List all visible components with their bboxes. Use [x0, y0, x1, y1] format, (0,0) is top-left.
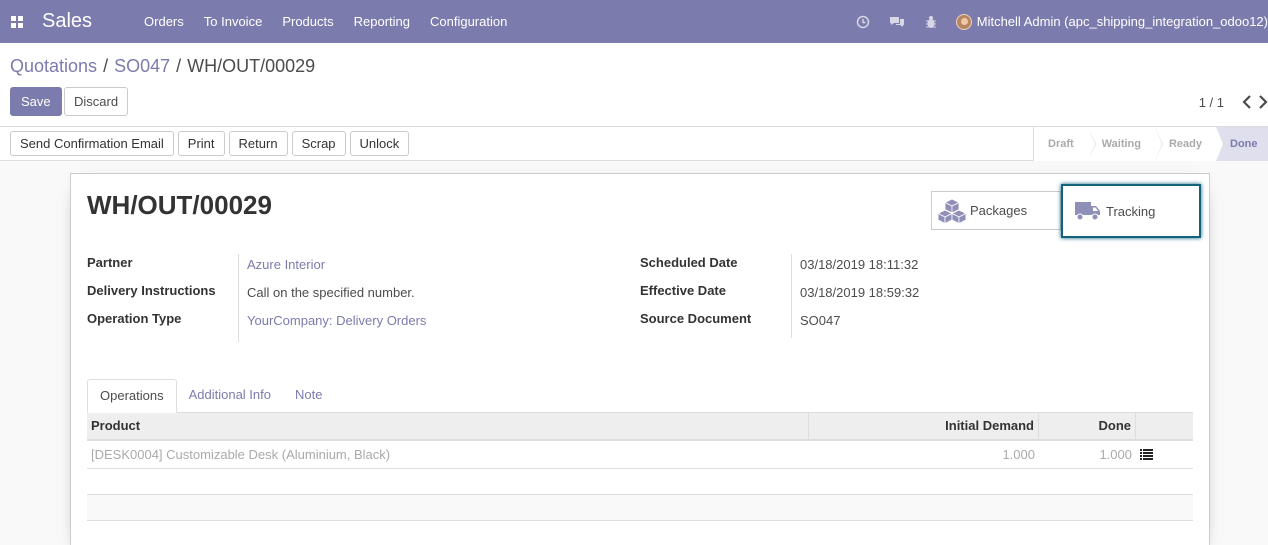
tab-operations[interactable]: Operations [87, 379, 177, 413]
menu-to-invoice[interactable]: To Invoice [194, 0, 273, 43]
tracking-label: Tracking [1106, 203, 1156, 219]
stage-ready: Ready [1154, 127, 1225, 161]
scheduled-date-field: 03/18/2019 18:11:32 [791, 254, 1181, 282]
breadcrumb-separator: / [103, 56, 109, 76]
column-done[interactable]: Done [1039, 413, 1136, 439]
effective-date-label: Effective Date [640, 283, 726, 298]
scrap-button[interactable]: Scrap [291, 131, 346, 156]
notebook-tabs: Operations Additional Info Note [87, 379, 1193, 413]
menu-reporting[interactable]: Reporting [344, 0, 420, 43]
table-header: Product Initial Demand Done [87, 413, 1193, 441]
partner-label: Partner [87, 255, 133, 270]
app-brand[interactable]: Sales [42, 10, 92, 33]
table-row[interactable]: [DESK0004] Customizable Desk (Aluminium,… [87, 441, 1193, 469]
source-document-label: Source Document [640, 311, 752, 326]
packages-button[interactable]: Packages [931, 191, 1061, 230]
operations-table: Product Initial Demand Done [DESK0004] C… [87, 413, 1193, 521]
column-initial-demand[interactable]: Initial Demand [809, 413, 1039, 439]
top-navbar: Sales Orders To Invoice Products Reporti… [0, 0, 1268, 43]
apps-menu-icon[interactable] [0, 0, 30, 43]
form-statusbar: Send Confirmation Email Print Return Scr… [0, 127, 1268, 161]
return-button[interactable]: Return [228, 131, 288, 156]
breadcrumb: Quotations / SO047 / WH/OUT/00029 [10, 56, 315, 77]
unlock-button[interactable]: Unlock [349, 131, 410, 156]
status-stages: Draft Waiting Ready Done [1033, 127, 1268, 161]
tab-additional-info[interactable]: Additional Info [177, 379, 283, 413]
scheduled-date-label: Scheduled Date [640, 255, 738, 270]
chat-icon[interactable] [880, 15, 914, 29]
packages-label: Packages [970, 203, 1028, 218]
form-sheet: WH/OUT/00029 Packages Tracking Partner A… [70, 173, 1210, 545]
operation-type-field[interactable]: YourCompany: Delivery Orders [238, 310, 628, 342]
source-document-field: SO047 [791, 310, 1181, 338]
breadcrumb-separator: / [176, 56, 182, 76]
row-done: 1.000 [1099, 447, 1132, 462]
clock-icon[interactable] [846, 15, 880, 29]
print-button[interactable]: Print [177, 131, 225, 156]
menu-orders[interactable]: Orders [134, 0, 194, 43]
column-product[interactable]: Product [87, 413, 809, 439]
smart-buttons: Packages Tracking [931, 184, 1201, 238]
pager: 1 / 1 [1199, 93, 1268, 111]
truck-icon [1072, 198, 1104, 224]
partner-field[interactable]: Azure Interior [238, 254, 628, 282]
chevron-right-icon[interactable] [1258, 93, 1268, 111]
operation-type-label: Operation Type [87, 311, 182, 326]
control-panel: Quotations / SO047 / WH/OUT/00029 Save D… [0, 43, 1268, 127]
breadcrumb-so047[interactable]: SO047 [114, 56, 170, 77]
save-button[interactable]: Save [10, 87, 62, 116]
user-menu[interactable]: Mitchell Admin (apc_shipping_integration… [955, 13, 1268, 30]
effective-date-field: 03/18/2019 18:59:32 [791, 282, 1181, 310]
detailed-operations-icon[interactable] [1136, 441, 1193, 468]
menu-configuration[interactable]: Configuration [420, 0, 517, 43]
record-title: WH/OUT/00029 [87, 190, 272, 220]
breadcrumb-current: WH/OUT/00029 [187, 56, 316, 76]
row-product: [DESK0004] Customizable Desk (Aluminium,… [91, 447, 391, 462]
menu-products[interactable]: Products [272, 0, 343, 43]
discard-button[interactable]: Discard [64, 87, 129, 116]
empty-row [87, 469, 1193, 495]
column-actions [1136, 413, 1193, 439]
avatar [955, 13, 972, 30]
bug-icon[interactable] [914, 15, 948, 29]
chevron-left-icon[interactable] [1236, 93, 1258, 111]
row-initial-demand: 1.000 [1002, 447, 1035, 462]
tracking-button[interactable]: Tracking [1061, 184, 1201, 238]
navbar-systray: Mitchell Admin (apc_shipping_integration… [846, 0, 1268, 43]
stage-waiting: Waiting [1087, 127, 1164, 161]
delivery-instructions-label: Delivery Instructions [87, 283, 216, 298]
header-buttons: Send Confirmation Email Print Return Scr… [10, 131, 410, 156]
stage-draft: Draft [1034, 127, 1096, 161]
left-field-group: Partner Azure Interior Delivery Instruct… [87, 254, 628, 342]
right-field-group: Scheduled Date 03/18/2019 18:11:32 Effec… [640, 254, 1181, 338]
tab-note[interactable]: Note [283, 379, 334, 413]
delivery-instructions-field: Call on the specified number. [238, 282, 628, 310]
send-confirmation-email-button[interactable]: Send Confirmation Email [10, 131, 174, 156]
main-menu: Orders To Invoice Products Reporting Con… [134, 0, 517, 43]
user-name: Mitchell Admin (apc_shipping_integration… [976, 14, 1268, 29]
breadcrumb-quotations[interactable]: Quotations [10, 56, 97, 77]
pager-value[interactable]: 1 / 1 [1199, 95, 1224, 110]
cubes-icon [936, 198, 968, 224]
empty-row [87, 495, 1193, 521]
